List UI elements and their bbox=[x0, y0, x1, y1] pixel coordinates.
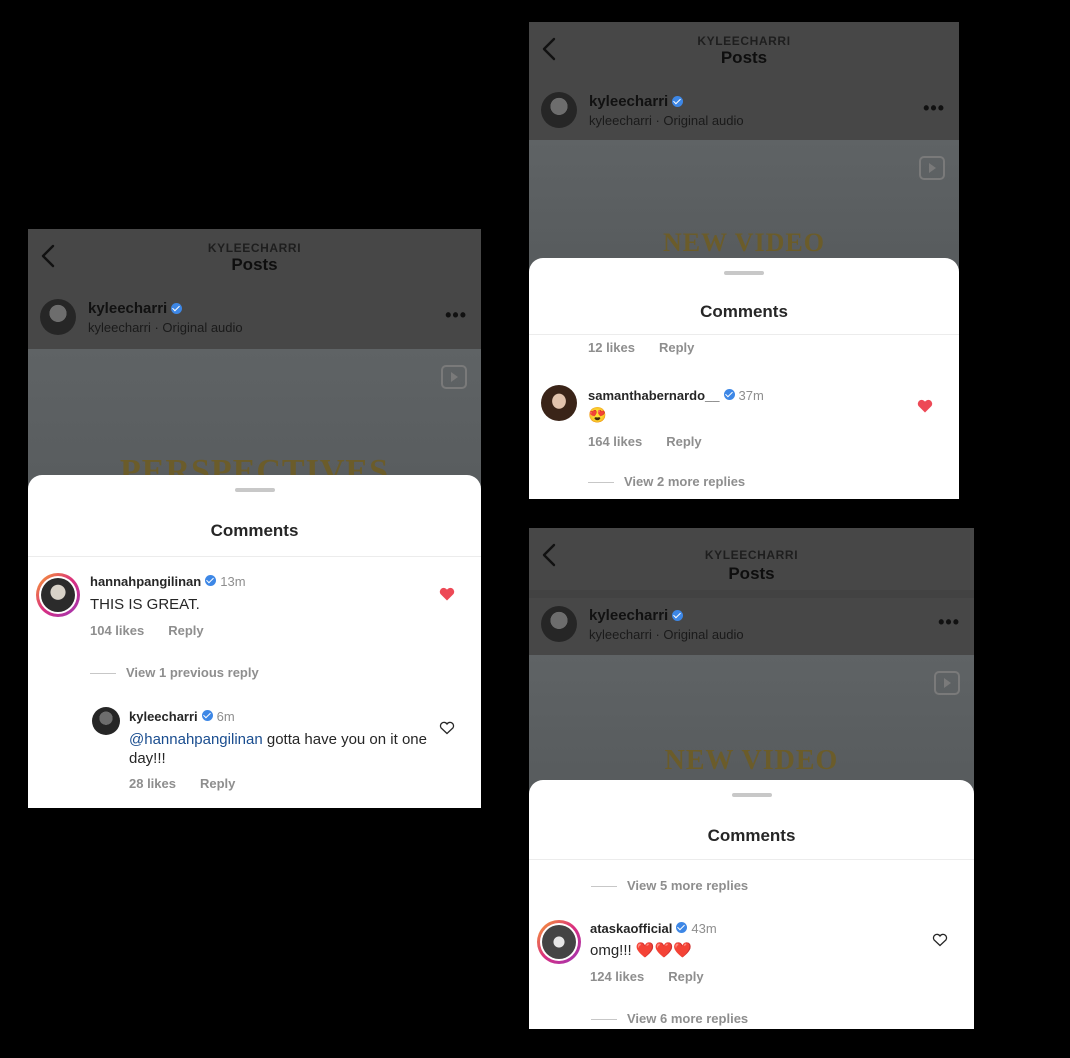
like-count[interactable]: 164 likes bbox=[588, 434, 642, 449]
comments-sheet: Comments 12 likes Reply samanthabernardo_… bbox=[529, 258, 959, 499]
page-title: Posts bbox=[728, 564, 775, 583]
page-title: Posts bbox=[720, 48, 768, 67]
view-more-replies[interactable]: View 2 more replies bbox=[588, 474, 745, 489]
divider bbox=[529, 334, 959, 335]
post-author-bar: kyleecharri kyleecharri · Original audio… bbox=[28, 291, 481, 349]
comment-text: THIS IS GREAT. bbox=[90, 596, 200, 613]
verified-badge-icon bbox=[171, 302, 183, 314]
author-name[interactable]: kyleecharri bbox=[589, 607, 668, 624]
top-bar: KYLEECHARRI Posts bbox=[529, 22, 959, 84]
reply-username[interactable]: kyleecharri bbox=[129, 709, 198, 724]
audio-label[interactable]: kyleecharri · Original audio bbox=[589, 113, 744, 128]
divider bbox=[28, 556, 481, 557]
drag-handle[interactable] bbox=[731, 793, 772, 797]
screenshot-panel-1: KYLEECHARRI Posts kyleecharri kyleecharr… bbox=[28, 229, 481, 808]
top-bar: KYLEECHARRI Posts bbox=[529, 528, 974, 590]
audio-label[interactable]: kyleecharri · Original audio bbox=[88, 320, 243, 335]
comments-title: Comments bbox=[700, 302, 788, 321]
reply-button[interactable]: Reply bbox=[168, 623, 203, 638]
verified-badge-icon bbox=[201, 710, 213, 722]
author-name[interactable]: kyleecharri bbox=[88, 300, 167, 317]
author-avatar[interactable] bbox=[541, 606, 577, 642]
comment-username[interactable]: ataskaofficial bbox=[590, 921, 672, 936]
comments-sheet: Comments View 5 more replies ataskaoffic… bbox=[529, 780, 974, 1029]
header-username: KYLEECHARRI bbox=[704, 548, 799, 562]
comment-time: 13m bbox=[220, 574, 246, 589]
commenter-avatar[interactable] bbox=[36, 573, 80, 617]
liked-heart-icon[interactable] bbox=[917, 399, 933, 413]
comment-time: 37m bbox=[738, 388, 764, 403]
post-author-bar: kyleecharri kyleecharri · Original audio… bbox=[529, 84, 959, 142]
more-options-icon[interactable]: ••• bbox=[923, 98, 945, 119]
view-more-replies[interactable]: View 6 more replies bbox=[591, 1011, 748, 1026]
reply-button[interactable]: Reply bbox=[666, 434, 701, 449]
reply-text: @hannahpangilinan gotta have you on it o… bbox=[129, 731, 427, 767]
comment-time: 43m bbox=[691, 921, 717, 936]
comments-title: Comments bbox=[210, 521, 299, 540]
like-count[interactable]: 12 likes bbox=[588, 340, 635, 355]
reply-avatar[interactable] bbox=[92, 707, 120, 735]
verified-badge-icon bbox=[205, 575, 217, 587]
screenshot-panel-2: KYLEECHARRI Posts kyleecharri kyleecharr… bbox=[529, 22, 959, 499]
like-count[interactable]: 124 likes bbox=[590, 969, 644, 984]
reply-time: 6m bbox=[216, 709, 235, 724]
author-avatar[interactable] bbox=[541, 92, 577, 128]
verified-badge-icon bbox=[676, 922, 688, 934]
comments-sheet: Comments hannahpangilinan 13m THIS IS GRE… bbox=[28, 475, 481, 808]
post-author-bar: kyleecharri kyleecharri · Original audio… bbox=[529, 598, 974, 656]
author-avatar[interactable] bbox=[40, 299, 76, 335]
like-count[interactable]: 104 likes bbox=[90, 623, 144, 638]
reels-icon bbox=[919, 156, 945, 180]
header-username: KYLEECHARRI bbox=[697, 34, 791, 48]
comment-username[interactable]: samanthabernardo__ bbox=[588, 388, 720, 403]
verified-badge-icon bbox=[723, 389, 735, 401]
verified-badge-icon bbox=[672, 609, 684, 621]
reply-button[interactable]: Reply bbox=[200, 776, 235, 791]
divider bbox=[529, 859, 974, 860]
audio-label[interactable]: kyleecharri · Original audio bbox=[589, 627, 744, 642]
reels-icon bbox=[934, 671, 960, 695]
header-username: KYLEECHARRI bbox=[207, 241, 302, 255]
comments-title: Comments bbox=[707, 826, 796, 845]
like-heart-icon[interactable] bbox=[439, 721, 455, 735]
comment-username[interactable]: hannahpangilinan bbox=[90, 574, 201, 589]
reply-button[interactable]: Reply bbox=[668, 969, 703, 984]
drag-handle[interactable] bbox=[724, 271, 764, 275]
more-options-icon[interactable]: ••• bbox=[938, 612, 960, 633]
author-name[interactable]: kyleecharri bbox=[589, 93, 668, 110]
view-previous-replies[interactable]: View 1 previous reply bbox=[90, 665, 259, 680]
video-title-overlay: NEW VIDEO bbox=[664, 745, 839, 776]
liked-heart-icon[interactable] bbox=[439, 587, 455, 601]
top-bar: KYLEECHARRI Posts bbox=[28, 229, 481, 291]
drag-handle[interactable] bbox=[234, 488, 275, 492]
screenshot-panel-3: KYLEECHARRI Posts kyleecharri kyleecharr… bbox=[529, 528, 974, 1029]
verified-badge-icon bbox=[672, 95, 684, 107]
comment-text: omg!!! ❤️❤️❤️ bbox=[590, 942, 692, 959]
like-count[interactable]: 28 likes bbox=[129, 776, 176, 791]
mention-link[interactable]: @hannahpangilinan bbox=[129, 731, 263, 748]
view-more-replies[interactable]: View 5 more replies bbox=[591, 878, 748, 893]
more-options-icon[interactable]: ••• bbox=[445, 305, 467, 326]
commenter-avatar[interactable] bbox=[537, 920, 581, 964]
page-title: Posts bbox=[231, 255, 278, 274]
reels-icon bbox=[441, 365, 467, 389]
comment-text: 😍 bbox=[588, 407, 607, 424]
like-heart-icon[interactable] bbox=[932, 933, 948, 947]
video-title-overlay: NEW VIDEO bbox=[663, 228, 825, 257]
commenter-avatar[interactable] bbox=[541, 385, 577, 421]
reply-button[interactable]: Reply bbox=[659, 340, 694, 355]
